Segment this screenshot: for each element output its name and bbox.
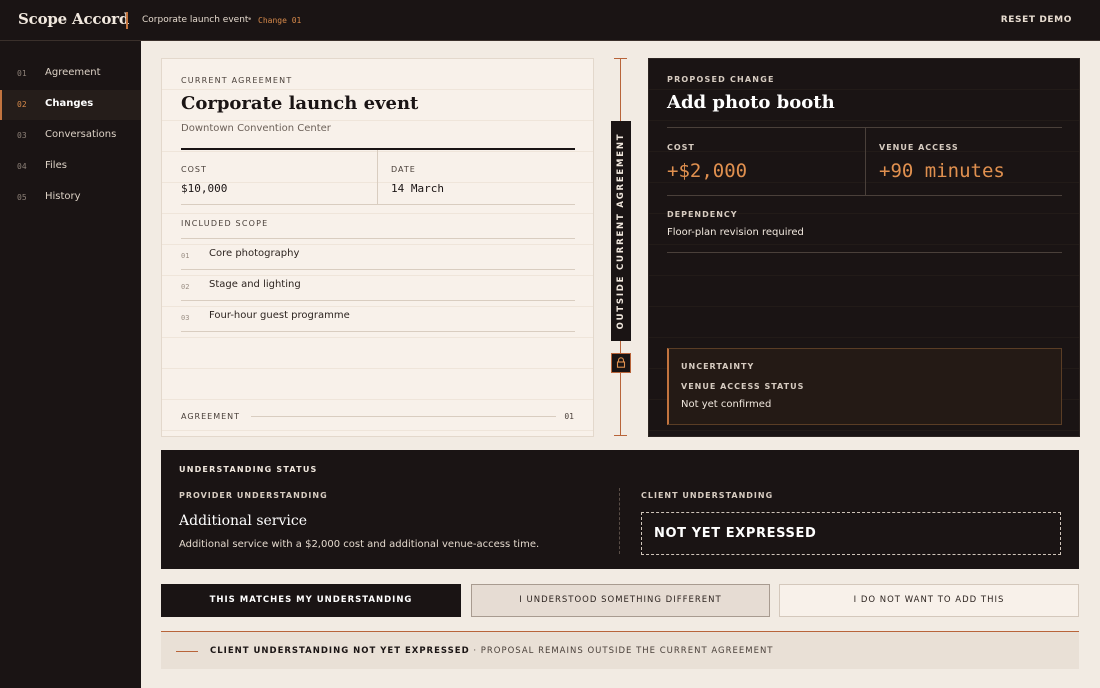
field-divider (377, 150, 378, 205)
app-brand: Scope Accord (18, 10, 130, 28)
sidebar-item-label: Agreement (45, 67, 101, 78)
proposal-cost-label: COST (667, 143, 695, 152)
banner-dash (176, 651, 198, 652)
included-scope-label: INCLUDED SCOPE (181, 219, 269, 228)
proposal-eyebrow: PROPOSED CHANGE (667, 75, 775, 84)
proposal-cost-value: +$2,000 (667, 160, 748, 182)
uncertainty-label: UNCERTAINTY (681, 362, 755, 371)
proposal-field-divider (865, 128, 866, 195)
lock-icon (611, 353, 631, 373)
sidebar-item-label: Files (45, 160, 67, 171)
agreement-footer-number: 01 (564, 412, 574, 421)
cost-value: $10,000 (181, 182, 228, 195)
date-label: DATE (391, 165, 416, 174)
dependency-value: Floor-plan revision required (667, 227, 804, 238)
scope-item-text: Four-hour guest programme (209, 310, 350, 321)
sidebar-item-label: Changes (45, 98, 94, 109)
provider-understanding-label: PROVIDER UNDERSTANDING (179, 491, 328, 500)
banner-note: · PROPOSAL REMAINS OUTSIDE THE CURRENT A… (469, 646, 774, 656)
dependency-label: DEPENDENCY (667, 210, 738, 219)
status-divider (619, 488, 620, 554)
connector-cap-top (614, 58, 627, 59)
brand-divider (126, 12, 128, 29)
sidebar-item-history[interactable]: 05 History (0, 183, 141, 213)
agreement-fields: COST $10,000 DATE 14 March (181, 150, 575, 205)
matches-understanding-button[interactable]: THIS MATCHES MY UNDERSTANDING (161, 584, 461, 617)
current-agreement-card: CURRENT AGREEMENT Corporate launch event… (161, 58, 594, 437)
scope-item: 03 Four-hour guest programme (181, 301, 575, 332)
understood-different-button[interactable]: I UNDERSTOOD SOMETHING DIFFERENT (471, 584, 770, 617)
scope-item: 02 Stage and lighting (181, 270, 575, 301)
venue-access-value: +90 minutes (879, 160, 1005, 182)
provider-understanding-description: Additional service with a $2,000 cost an… (179, 539, 540, 550)
scope-item-number: 02 (181, 283, 190, 291)
sidebar-item-changes[interactable]: 02 Changes (0, 90, 141, 120)
understanding-status-title: UNDERSTANDING STATUS (179, 465, 318, 474)
sidebar-item-files[interactable]: 04 Files (0, 152, 141, 182)
venue-access-status-label: VENUE ACCESS STATUS (681, 382, 805, 391)
sidebar-item-number: 05 (17, 193, 27, 202)
venue-access-label: VENUE ACCESS (879, 143, 959, 152)
reset-demo-button[interactable]: RESET DEMO (1001, 15, 1072, 25)
agreement-footer-rule (251, 416, 556, 417)
client-understanding-box: NOT YET EXPRESSED (641, 512, 1061, 555)
sidebar: 01 Agreement 02 Changes 03 Conversations… (0, 41, 141, 688)
sidebar-item-number: 03 (17, 131, 27, 140)
proposal-divider (667, 195, 1062, 196)
agreement-title: Corporate launch event (181, 93, 419, 114)
status-banner: CLIENT UNDERSTANDING NOT YET EXPRESSED ·… (161, 631, 1079, 669)
breadcrumb-separator: • (247, 15, 253, 25)
uncertainty-panel: UNCERTAINTY VENUE ACCESS STATUS Not yet … (667, 348, 1062, 425)
proposal-divider (667, 252, 1062, 253)
client-understanding-label: CLIENT UNDERSTANDING (641, 491, 774, 500)
proposed-change-card: PROPOSED CHANGE Add photo booth COST +$2… (648, 58, 1080, 437)
decline-addition-button[interactable]: I DO NOT WANT TO ADD THIS (779, 584, 1079, 617)
client-understanding-value: NOT YET EXPRESSED (654, 526, 817, 541)
sidebar-item-label: Conversations (45, 129, 117, 140)
breadcrumb-change: Change 01 (258, 16, 302, 25)
agreement-eyebrow: CURRENT AGREEMENT (181, 76, 293, 85)
sidebar-item-number: 04 (17, 162, 27, 171)
provider-understanding-title: Additional service (179, 513, 308, 529)
sidebar-item-number: 02 (17, 100, 27, 109)
scope-item-number: 01 (181, 252, 190, 260)
scope-item-text: Core photography (209, 248, 300, 259)
breadcrumb-event[interactable]: Corporate launch event (142, 15, 248, 25)
top-bar: Scope Accord Corporate launch event • Ch… (0, 0, 1100, 41)
banner-text: CLIENT UNDERSTANDING NOT YET EXPRESSED ·… (210, 646, 774, 656)
scope-item: 01 Core photography (181, 239, 575, 270)
scope-item-text: Stage and lighting (209, 279, 301, 290)
sidebar-item-label: History (45, 191, 81, 202)
agreement-venue: Downtown Convention Center (181, 123, 331, 134)
connector-cap-bottom (614, 435, 627, 436)
proposal-title: Add photo booth (667, 92, 835, 113)
venue-access-status-value: Not yet confirmed (681, 399, 772, 410)
outside-agreement-badge: OUTSIDE CURRENT AGREEMENT (611, 121, 631, 341)
outside-agreement-label: OUTSIDE CURRENT AGREEMENT (616, 132, 626, 330)
sidebar-item-agreement[interactable]: 01 Agreement (0, 59, 141, 89)
sidebar-item-number: 01 (17, 69, 27, 78)
scope-item-number: 03 (181, 314, 190, 322)
sidebar-item-conversations[interactable]: 03 Conversations (0, 121, 141, 151)
understanding-status-panel: UNDERSTANDING STATUS PROVIDER UNDERSTAND… (161, 450, 1079, 569)
cost-label: COST (181, 165, 207, 174)
agreement-footer-label: AGREEMENT (181, 412, 241, 421)
date-value: 14 March (391, 182, 444, 195)
banner-status: CLIENT UNDERSTANDING NOT YET EXPRESSED (210, 646, 470, 656)
